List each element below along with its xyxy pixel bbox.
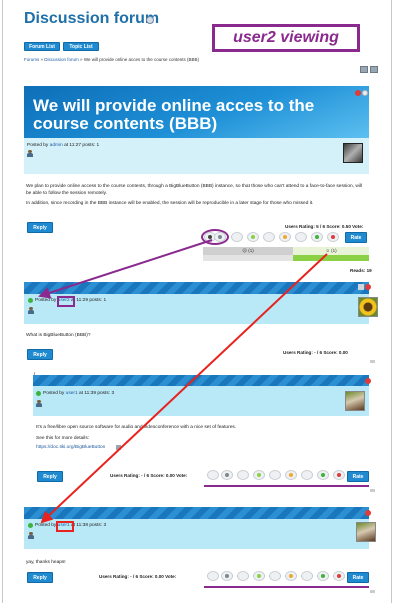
purple-arrow — [38, 239, 213, 299]
red-arrow — [40, 253, 328, 524]
annotation-arrows — [38, 239, 328, 524]
